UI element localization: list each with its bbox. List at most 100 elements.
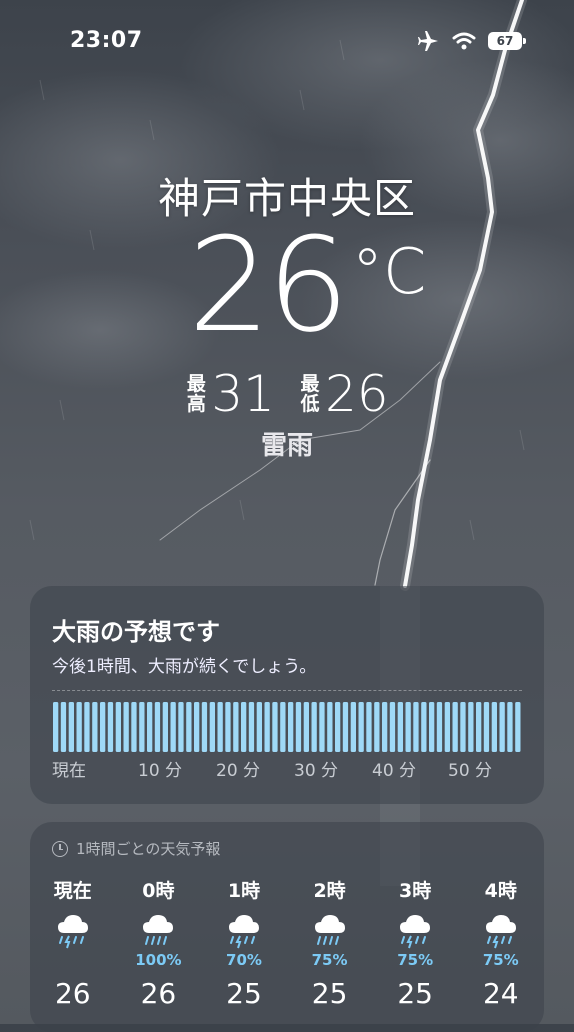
precip-bar	[311, 702, 317, 752]
precip-bar	[327, 702, 333, 752]
precip-bar	[186, 702, 192, 752]
hour-label: 現在	[53, 880, 92, 902]
precip-bar	[382, 702, 388, 752]
precip-bar	[350, 702, 356, 752]
precip-bar	[68, 702, 74, 752]
current-temperature: 26	[188, 209, 349, 361]
low-temp: 最低 26	[299, 365, 388, 423]
precip-bar	[209, 702, 215, 752]
precip-bar	[225, 702, 231, 752]
hour-temp: 25	[311, 977, 348, 1010]
precip-bar	[76, 702, 82, 752]
precip-bar	[123, 702, 129, 752]
precip-bar	[295, 702, 302, 752]
precip-bar	[107, 702, 114, 752]
precip-bar	[162, 702, 168, 752]
precip-bar	[389, 702, 396, 752]
hour-precip	[30, 951, 116, 969]
precip-bar	[248, 702, 255, 752]
hour-precip: 100%	[135, 951, 182, 969]
precip-bar	[217, 702, 223, 752]
high-label: 最高	[186, 373, 206, 415]
precip-bar	[201, 702, 208, 752]
temperature-unit: °C	[352, 235, 427, 308]
precip-bar	[452, 702, 458, 752]
precip-bar	[303, 702, 309, 752]
precip-bar	[515, 702, 521, 752]
heavy-rain-line	[52, 690, 522, 691]
hour-temp: 26	[54, 977, 91, 1010]
precip-axis: 現在 10 分 20 分 30 分 40 分 50 分	[52, 756, 522, 781]
thunderstorm-icon	[201, 911, 287, 951]
precip-bar	[421, 702, 427, 752]
hour-temp: 26	[140, 977, 177, 1010]
precip-bar	[139, 702, 145, 752]
hour-precip: 75%	[482, 951, 519, 969]
airplane-icon	[418, 31, 438, 51]
axis-label: 40 分	[372, 761, 417, 781]
hour-item: 4時 75% 24	[458, 876, 544, 1010]
clock-icon	[52, 840, 68, 857]
status-icons: 67	[416, 30, 526, 52]
precip-bar	[53, 702, 59, 752]
precip-bar	[92, 702, 98, 752]
hour-label: 4時	[484, 880, 517, 902]
precip-bar	[335, 702, 341, 752]
precip-bar	[280, 702, 286, 752]
precip-bar	[264, 702, 270, 752]
hour-label: 3時	[399, 880, 432, 902]
precip-bar	[147, 702, 153, 752]
precip-bar	[397, 702, 403, 752]
axis-label: 10 分	[138, 761, 183, 781]
hour-precip: 75%	[397, 951, 434, 969]
precip-bar	[366, 702, 372, 752]
precip-bar	[84, 702, 90, 752]
precip-bar	[507, 702, 513, 752]
thunderstorm-icon	[458, 911, 544, 951]
hourly-forecast-card[interactable]: 1時間ごとの天気予報 現在 26 0時 100% 26 1時 70% 25 2時…	[30, 822, 544, 1032]
precip-bar	[178, 702, 184, 752]
precip-bar	[358, 702, 364, 752]
precip-bar	[233, 702, 239, 752]
precip-bar	[115, 702, 121, 752]
precip-bar	[342, 702, 349, 752]
status-time: 23:07	[70, 28, 143, 53]
precip-bar	[460, 702, 466, 752]
status-bar: 23:07 67	[0, 0, 574, 80]
precip-bar	[154, 702, 161, 752]
precip-bar	[483, 702, 490, 752]
high-value: 31	[211, 365, 275, 423]
axis-label: 30 分	[294, 761, 339, 781]
heavy-rain-icon	[287, 911, 373, 951]
precip-chart	[52, 684, 522, 756]
hour-temp: 24	[482, 977, 519, 1010]
precip-bar	[468, 702, 474, 752]
axis-label: 50 分	[448, 761, 493, 781]
hourly-list[interactable]: 現在 26 0時 100% 26 1時 70% 25 2時 75% 25 3時 …	[30, 876, 544, 1010]
precip-bar	[413, 702, 419, 752]
precip-bar	[436, 702, 443, 752]
thunderstorm-icon	[372, 911, 458, 951]
hour-precip: 70%	[226, 951, 262, 969]
hour-item: 3時 75% 25	[372, 876, 458, 1010]
heavy-rain-icon	[116, 911, 202, 951]
hour-temp: 25	[226, 977, 262, 1010]
precip-subtitle: 今後1時間、大雨が続くでしょう。	[52, 657, 317, 677]
precip-bar	[491, 702, 497, 752]
wifi-icon	[452, 32, 476, 50]
precip-title: 大雨の予想です	[52, 618, 220, 646]
precipitation-card[interactable]: 大雨の予想です 今後1時間、大雨が続くでしょう。 現在 10 分 20 分 30…	[30, 586, 544, 804]
precip-bar	[319, 702, 325, 752]
weather-condition: 雷雨	[260, 431, 313, 461]
precip-bar	[256, 702, 262, 752]
precip-bar	[272, 702, 278, 752]
hourly-header: 1時間ごとの天気予報	[52, 838, 220, 859]
precip-bars	[53, 702, 521, 752]
hourly-header-label: 1時間ごとの天気予報	[76, 840, 221, 858]
precip-bar	[476, 702, 482, 752]
battery-icon: 67	[488, 32, 526, 50]
axis-label: 現在	[52, 761, 86, 781]
hour-item: 1時 70% 25	[201, 876, 287, 1010]
precip-bar	[499, 702, 505, 752]
precip-bar	[241, 702, 247, 752]
